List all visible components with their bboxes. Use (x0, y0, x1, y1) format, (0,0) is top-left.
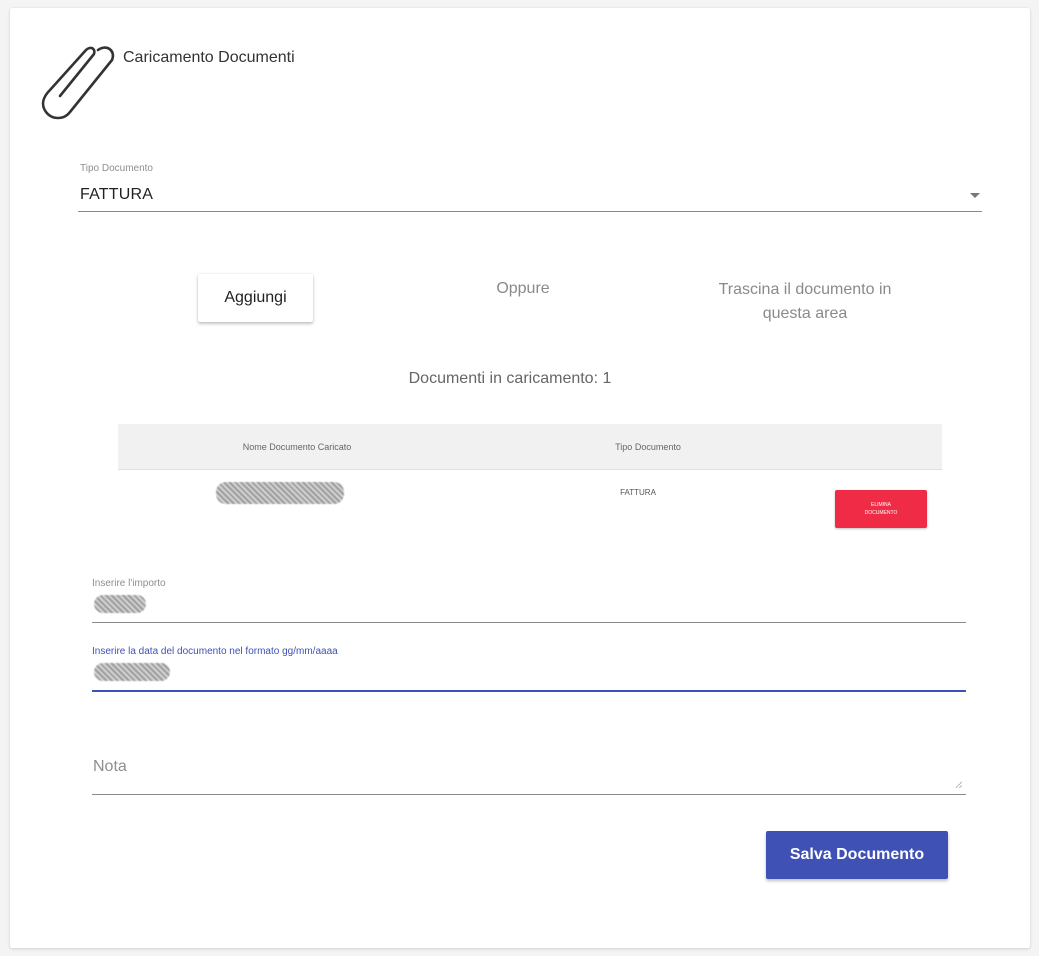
page-title: Caricamento Documenti (123, 49, 295, 66)
document-type-label: Tipo Documento (80, 163, 153, 174)
drop-zone-label[interactable]: Trascina il documento in questa area (700, 278, 910, 326)
column-header-name: Nome Documento Caricato (242, 442, 352, 452)
table-header: Nome Documento Caricato Tipo Documento (118, 424, 942, 470)
delete-document-button[interactable]: ELIMINA DOCUMENTO (835, 490, 927, 528)
add-document-button[interactable]: Aggiungi (198, 274, 313, 322)
paperclip-icon (41, 46, 115, 120)
document-date-field[interactable]: Inserire la data del documento nel forma… (92, 646, 966, 692)
note-placeholder: Nota (93, 758, 127, 775)
row-document-type: FATTURA (620, 488, 656, 497)
uploading-count: Documenti in caricamento: 1 (408, 370, 612, 387)
resize-handle-icon[interactable] (955, 781, 962, 788)
or-label: Oppure (496, 280, 550, 297)
amount-label: Inserire l'importo (92, 578, 166, 589)
document-type-select[interactable]: Tipo Documento FATTURA (78, 163, 982, 212)
column-header-type: Tipo Documento (615, 442, 681, 452)
amount-field[interactable]: Inserire l'importo (92, 578, 966, 623)
save-document-button[interactable]: Salva Documento (766, 831, 948, 879)
uploaded-file-name-redacted (216, 482, 356, 506)
table-row: FATTURA ELIMINA DOCUMENTO (118, 470, 942, 540)
uploaded-documents-table: Nome Documento Caricato Tipo Documento F… (118, 424, 942, 540)
note-textarea[interactable]: Nota (92, 746, 966, 795)
document-date-label: Inserire la data del documento nel forma… (92, 646, 338, 657)
document-type-value[interactable]: FATTURA (80, 186, 153, 204)
upload-card: Caricamento Documenti Tipo Documento FAT… (10, 8, 1030, 948)
dropdown-arrow-icon[interactable] (970, 193, 980, 198)
